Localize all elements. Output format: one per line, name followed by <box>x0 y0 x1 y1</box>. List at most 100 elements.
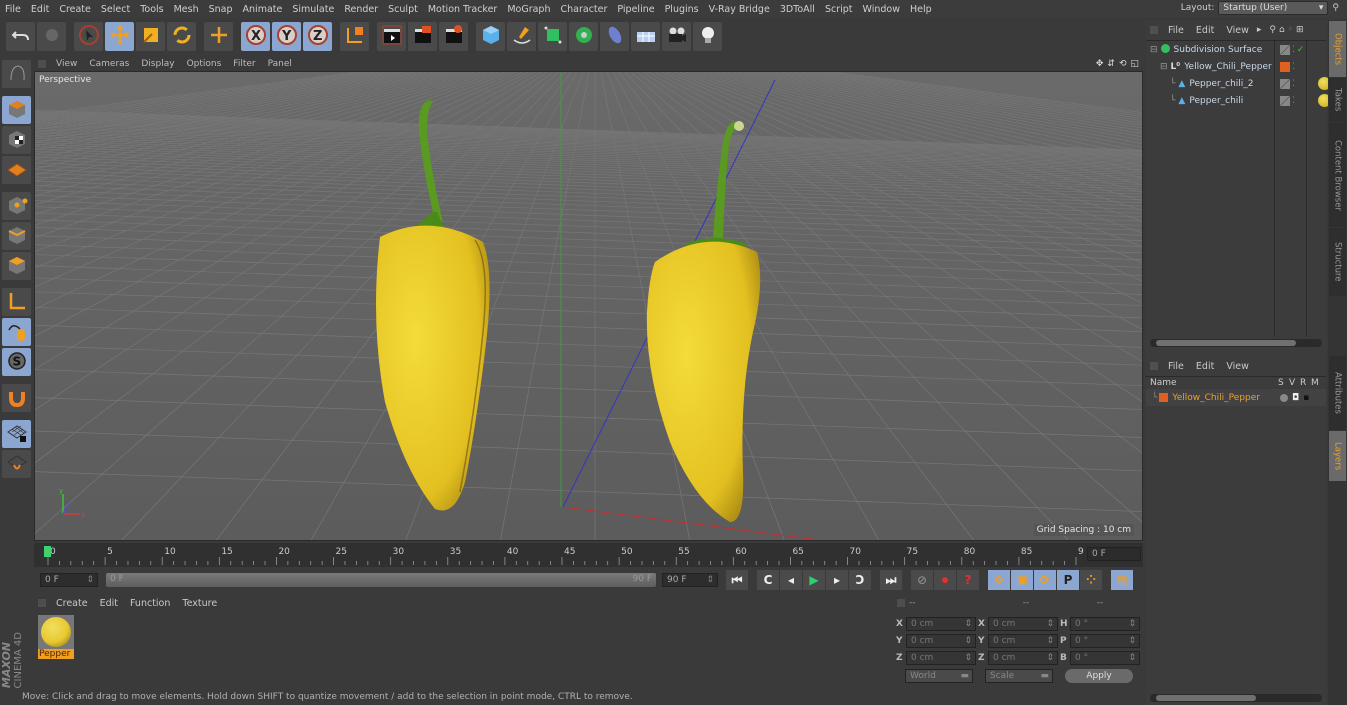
menu-motion-tracker[interactable]: Motion Tracker <box>423 4 503 15</box>
polygons-mode-button[interactable] <box>2 252 31 280</box>
pen-spline-button[interactable] <box>507 22 536 51</box>
menu-script[interactable]: Script <box>820 4 858 15</box>
spinner-icon[interactable]: ⇕ <box>1128 652 1136 664</box>
light-button[interactable] <box>693 22 722 51</box>
side-tab-layers[interactable]: Layers <box>1329 431 1346 481</box>
material-name[interactable]: Pepper <box>38 649 74 659</box>
side-tab-content-browser[interactable]: Content Browser <box>1329 123 1346 227</box>
material-menu-create[interactable]: Create <box>50 598 94 609</box>
expand-menu-icon[interactable]: ▸ <box>1257 25 1262 35</box>
tweak-mode-button[interactable] <box>2 318 31 346</box>
key-point-level-button[interactable]: ⁘ <box>1080 570 1102 590</box>
menu-sculpt[interactable]: Sculpt <box>383 4 423 15</box>
object-row[interactable]: └ ▲ Pepper_chili ⁚ <box>1146 92 1331 109</box>
cloner-button[interactable] <box>569 22 598 51</box>
z-axis-lock-button[interactable]: Z <box>303 22 332 51</box>
rotation-field[interactable]: 0 ° ⇕ <box>1070 633 1140 648</box>
side-tab-takes[interactable]: Takes <box>1329 78 1346 122</box>
camera-button[interactable] <box>662 22 691 51</box>
home-icon[interactable]: ⌂ <box>1279 25 1285 35</box>
rotation-field[interactable]: 0 ° ⇕ <box>1070 650 1140 665</box>
move-button[interactable] <box>105 22 134 51</box>
toggle-view-icon[interactable]: ◱ <box>1130 59 1139 69</box>
size-field[interactable]: 0 cm ⇕ <box>988 616 1058 631</box>
layer-column-r[interactable]: R <box>1300 378 1311 388</box>
spinner-icon[interactable]: ⇕ <box>1046 618 1054 630</box>
minimize-icon[interactable]: ◦ <box>1288 25 1293 35</box>
layer-column-m[interactable]: M <box>1311 378 1322 388</box>
menu-create[interactable]: Create <box>54 4 96 15</box>
position-field[interactable]: 0 cm ⇕ <box>906 650 976 665</box>
next-frame-button[interactable]: ▸ <box>826 570 848 590</box>
menu-select[interactable]: Select <box>96 4 135 15</box>
render-toggle-icon[interactable]: ▪ <box>1303 393 1309 403</box>
autokey-button[interactable]: ⏺ <box>934 570 956 590</box>
end-frame-field[interactable]: 90 F ⇕ <box>662 573 718 587</box>
search-icon[interactable]: ⚲ <box>1269 25 1276 35</box>
rotation-field[interactable]: 0 ° ⇕ <box>1070 616 1140 631</box>
model-mode-button[interactable] <box>2 96 31 124</box>
scale-button[interactable] <box>136 22 165 51</box>
material-item[interactable]: Pepper <box>38 615 74 659</box>
panel-grip[interactable] <box>1150 362 1158 370</box>
edges-mode-button[interactable] <box>2 222 31 250</box>
viewport-menu-view[interactable]: View <box>50 59 83 69</box>
undo-button[interactable] <box>6 22 35 51</box>
panel-grip[interactable] <box>1150 26 1158 34</box>
render-view-button[interactable] <box>377 22 406 51</box>
visibility-dots-icon[interactable]: ⁚ <box>1292 45 1295 55</box>
coordinate-system-button[interactable] <box>340 22 369 51</box>
layer-row[interactable]: └ Yellow_Chili_Pepper ◘ ▪ <box>1146 389 1326 406</box>
timeline-window-button[interactable]: ▤ <box>1111 570 1133 590</box>
layer-color-swatch[interactable] <box>1159 393 1169 402</box>
go-to-end-button[interactable]: ⏭ <box>880 570 902 590</box>
layer-menu-edit[interactable]: Edit <box>1190 361 1220 372</box>
menu-snap[interactable]: Snap <box>204 4 238 15</box>
scrollbar-thumb[interactable] <box>1156 340 1296 346</box>
menu-mesh[interactable]: Mesh <box>169 4 204 15</box>
next-key-button[interactable]: Ↄ <box>849 570 871 590</box>
menu-simulate[interactable]: Simulate <box>287 4 339 15</box>
viewport-menu-cameras[interactable]: Cameras <box>83 59 135 69</box>
menu-tools[interactable]: Tools <box>135 4 168 15</box>
menu-pipeline[interactable]: Pipeline <box>612 4 659 15</box>
scrollbar-thumb[interactable] <box>1156 695 1256 701</box>
size-field[interactable]: 0 cm ⇕ <box>988 633 1058 648</box>
menu-mograph[interactable]: MoGraph <box>502 4 555 15</box>
previous-frame-button[interactable]: ◂ <box>780 570 802 590</box>
menu-plugins[interactable]: Plugins <box>660 4 704 15</box>
viewport-menu-filter[interactable]: Filter <box>227 59 261 69</box>
visibility-dots-icon[interactable]: ⁚ <box>1292 79 1295 89</box>
viewport-perspective[interactable]: y x Perspective Grid Spacing : 10 cm <box>34 71 1143 541</box>
panel-grip[interactable] <box>897 599 905 607</box>
layout-dropdown[interactable]: Startup (User) <box>1218 1 1329 15</box>
object-row[interactable]: ⊟ L⁰ Yellow_Chili_Pepper ⁚ <box>1146 58 1326 75</box>
material-menu-edit[interactable]: Edit <box>94 598 124 609</box>
deformer-button[interactable] <box>600 22 629 51</box>
start-frame-field[interactable]: 0 F ⇕ <box>40 573 98 587</box>
object-row[interactable]: └ ▲ Pepper_chili_2 ⁚ <box>1146 75 1331 92</box>
workplane-mode-button[interactable] <box>2 156 31 184</box>
floor-button[interactable] <box>631 22 660 51</box>
panel-grip[interactable] <box>38 599 46 607</box>
size-field[interactable]: 0 cm ⇕ <box>988 650 1058 665</box>
layer-empty-icon[interactable] <box>1280 44 1290 55</box>
object-menu-file[interactable]: File <box>1162 25 1190 36</box>
layer-column-name[interactable]: Name <box>1150 378 1278 388</box>
preview-range-slider[interactable]: 0 F 90 F <box>106 573 656 587</box>
object-name[interactable]: Pepper_chili_2 <box>1189 79 1253 89</box>
material-menu-texture[interactable]: Texture <box>176 598 223 609</box>
menu-character[interactable]: Character <box>555 4 612 15</box>
material-menu-function[interactable]: Function <box>124 598 176 609</box>
texture-mode-button[interactable] <box>2 126 31 154</box>
spinner-icon[interactable]: ⇕ <box>964 618 972 630</box>
side-tab-attributes[interactable]: Attributes <box>1329 356 1346 430</box>
menu-edit[interactable]: Edit <box>26 4 54 15</box>
layer-column-v[interactable]: V <box>1289 378 1300 388</box>
keyframe-selection-button[interactable]: ? <box>957 570 979 590</box>
layer-color-swatch[interactable] <box>1280 61 1290 72</box>
layer-menu-file[interactable]: File <box>1162 361 1190 372</box>
play-button[interactable]: ▶ <box>803 570 825 590</box>
spinner-icon[interactable]: ⇕ <box>964 635 972 647</box>
side-tab-structure[interactable]: Structure <box>1329 228 1346 296</box>
